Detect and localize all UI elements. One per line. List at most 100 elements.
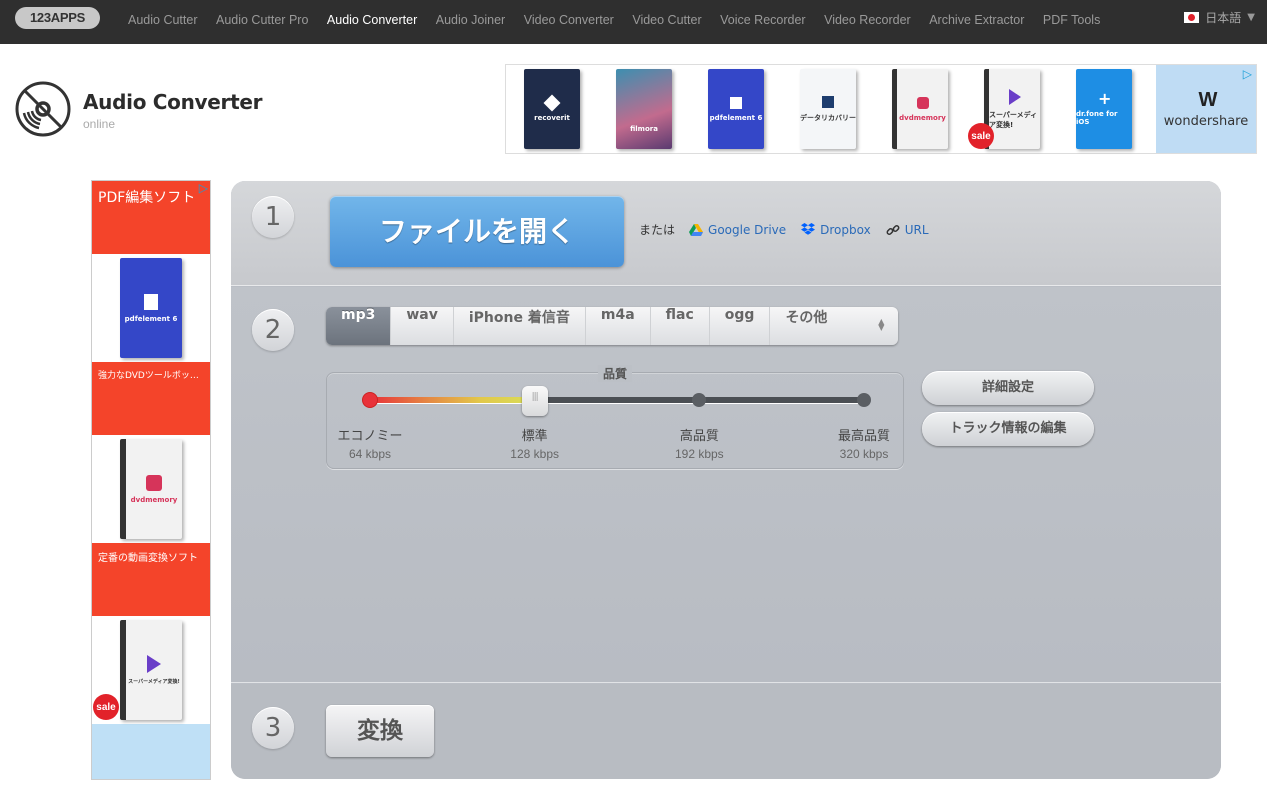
ad-product-filmora[interactable]: filmora [598, 65, 690, 153]
convert-button[interactable]: 変換 [326, 705, 434, 757]
nav-archive-extractor[interactable]: Archive Extractor [929, 13, 1024, 27]
caret-down-icon: ▼ [1247, 12, 1255, 23]
quality-legend: 品質 [597, 365, 633, 382]
audio-disc-logo-icon [15, 81, 71, 137]
wondershare-logo-icon: W [1198, 89, 1218, 111]
quality-slider-fill [370, 397, 535, 403]
language-label: 日本語 [1205, 11, 1242, 25]
ad-product-label: dvdmemory [899, 113, 946, 122]
nav-audio-converter[interactable]: Audio Converter [327, 13, 417, 27]
ad-product-label: recoverit [534, 113, 570, 122]
url-link[interactable]: URL [886, 223, 929, 237]
link-icon [886, 224, 900, 235]
top-banner-ad[interactable]: recoverit filmora pdfelement 6 データリカバリー … [505, 64, 1257, 154]
ad-product-pdfelement[interactable]: pdfelement 6 [690, 65, 782, 153]
open-file-button[interactable]: ファイルを開く [330, 196, 624, 267]
format-tab-flac[interactable]: flac [651, 307, 710, 345]
nav-audio-cutter-pro[interactable]: Audio Cutter Pro [216, 13, 308, 27]
ad-product-label: dr.fone for iOS [1076, 109, 1118, 126]
ad-product-label: データリカバリー [800, 113, 856, 122]
ad-brand-label: wondershare [1163, 114, 1249, 129]
nav-video-cutter[interactable]: Video Cutter [632, 13, 701, 27]
nav-video-recorder[interactable]: Video Recorder [824, 13, 911, 27]
quality-level-label: エコノミー [337, 429, 403, 444]
nav-pdf-tools[interactable]: PDF Tools [1043, 13, 1100, 27]
ad-product-pdfelement[interactable]: pdfelement 6 [92, 254, 210, 362]
adchoices-icon[interactable]: ▷ [199, 181, 208, 195]
quality-bitrate-label: 128 kbps [510, 447, 559, 461]
top-navbar: 123APPS Audio Cutter Audio Cutter Pro Au… [0, 0, 1267, 44]
format-tab-m4a[interactable]: m4a [586, 307, 651, 345]
sale-badge: sale [968, 123, 994, 149]
japan-flag-icon [1184, 12, 1200, 23]
ad-headline: PDF編集ソフト [98, 190, 196, 206]
ad-product-drfone[interactable]: + dr.fone for iOS [1058, 65, 1150, 153]
page-subtitle: online [83, 117, 116, 131]
quality-bitrate-label: 192 kbps [674, 447, 724, 461]
side-banner-ad[interactable]: PDF編集ソフト ▷ pdfelement 6 強力なDVDツールボッ… dvd… [91, 180, 211, 780]
ad-product-label: pdfelement 6 [709, 113, 763, 122]
quality-stop-2[interactable] [692, 393, 707, 407]
ad-product-media-converter[interactable]: スーパーメディア変換! sale [966, 65, 1058, 153]
nav-audio-cutter[interactable]: Audio Cutter [128, 13, 197, 27]
ad-product-data-recovery[interactable]: データリカバリー [782, 65, 874, 153]
google-drive-link[interactable]: Google Drive [689, 223, 786, 237]
step-2-settings: 2 mp3 wav iPhone 着信音 m4a flac ogg その他 ▲ ▼… [231, 287, 1221, 683]
alternate-sources: または Google Drive Dropbox URL [639, 221, 944, 238]
quality-stop-3[interactable] [857, 393, 871, 407]
quality-bitrate-label: 64 kbps [348, 447, 392, 461]
ad-headline-block: PDF編集ソフト ▷ [92, 181, 210, 254]
quality-bitrate-label: 320 kbps [839, 447, 889, 461]
nav-voice-recorder[interactable]: Voice Recorder [720, 13, 805, 27]
format-tab-iphone-ringtone[interactable]: iPhone 着信音 [454, 307, 586, 345]
dropbox-icon [801, 223, 816, 235]
quality-slider-thumb[interactable] [521, 386, 548, 416]
format-tab-ogg[interactable]: ogg [710, 307, 771, 345]
ad-product-dvdmemory[interactable]: dvdmemory [874, 65, 966, 153]
step-1-open-file: 1 ファイルを開く または Google Drive Dropbox URL [231, 181, 1221, 286]
sale-badge: sale [93, 694, 119, 720]
adchoices-icon[interactable]: ▷ [1243, 67, 1252, 81]
ad-product-label: pdfelement 6 [124, 314, 178, 323]
nav-audio-joiner[interactable]: Audio Joiner [436, 13, 506, 27]
ad-product-label: スーパーメディア変換! [128, 679, 180, 685]
quality-stop-0[interactable] [363, 393, 377, 407]
ad-product-label: filmora [630, 125, 658, 133]
ad-footer-block [92, 724, 210, 779]
step-number: 3 [252, 707, 294, 749]
ad-headline: 定番の動画変換ソフト [98, 553, 198, 564]
ad-headline-block: 強力なDVDツールボッ… [92, 362, 210, 435]
ad-headline: 強力なDVDツールボッ… [98, 371, 199, 381]
ad-product-recoverit[interactable]: recoverit [506, 65, 598, 153]
page-title: Audio Converter [83, 90, 263, 114]
format-tab-wav[interactable]: wav [391, 307, 454, 345]
google-drive-icon [689, 223, 704, 236]
quality-slider-track[interactable] [363, 386, 871, 416]
nav-video-converter[interactable]: Video Converter [524, 13, 614, 27]
quality-level-label: 最高品質 [837, 429, 890, 444]
ad-product-media-converter[interactable]: スーパーメディア変換! sale [92, 616, 210, 724]
ad-product-label: スーパーメディア変換! [989, 110, 1038, 129]
quality-fieldset: 品質 エコノミー 64 kbps 標準 128 kbps 高品質 192 kbps 最高品質… [326, 365, 904, 469]
quality-level-label: 高品質 [679, 429, 719, 444]
step-number: 2 [252, 309, 294, 351]
app-nav: Audio Cutter Audio Cutter Pro Audio Conv… [128, 0, 1119, 40]
language-selector[interactable]: 日本語 ▼ [1184, 9, 1255, 26]
format-selector: mp3 wav iPhone 着信音 m4a flac ogg その他 ▲ ▼ [326, 307, 899, 345]
ad-headline-block: 定番の動画変換ソフト [92, 543, 210, 616]
step-number: 1 [252, 196, 294, 238]
url-label: URL [904, 222, 929, 237]
ad-product-dvdmemory[interactable]: dvdmemory [92, 435, 210, 543]
converter-panel: 1 ファイルを開く または Google Drive Dropbox URL 2… [231, 181, 1221, 779]
format-other-dropdown[interactable]: その他 ▲ ▼ [770, 307, 898, 345]
wondershare-ad-brand[interactable]: W wondershare ▷ [1156, 65, 1256, 153]
or-label: または [639, 223, 676, 237]
up-down-arrows-icon: ▲ ▼ [878, 317, 885, 332]
brand-logo[interactable]: 123APPS [15, 7, 100, 29]
edit-track-info-button[interactable]: トラック情報の編集 [922, 412, 1094, 446]
format-tab-mp3[interactable]: mp3 [326, 307, 392, 345]
dropbox-link[interactable]: Dropbox [801, 223, 871, 237]
step-3-convert: 3 変換 [231, 684, 1221, 779]
dropbox-label: Dropbox [820, 222, 871, 237]
advanced-settings-button[interactable]: 詳細設定 [922, 371, 1094, 405]
